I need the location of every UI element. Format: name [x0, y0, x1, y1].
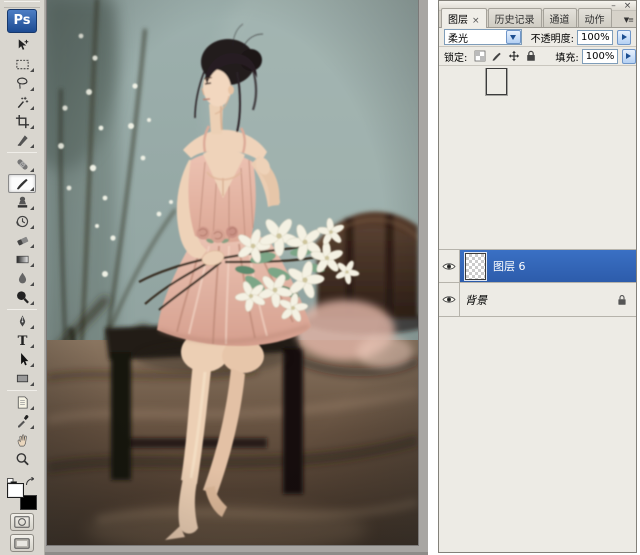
layer-row-body[interactable]: 图层 6 — [460, 250, 636, 282]
tool-separator — [7, 152, 37, 153]
layers-palette: – × 图层×历史记录通道动作▼≡ 柔光 不透明度: 100% 锁定: 填充: … — [438, 0, 637, 553]
fill-label: 填充: — [555, 49, 578, 64]
tool-eraser-icon[interactable] — [8, 231, 36, 250]
lock-row: 锁定: 填充: 100% — [439, 47, 636, 66]
tab-label: 动作 — [585, 15, 605, 26]
canvas-image[interactable] — [47, 0, 418, 545]
toolbar-tools: T — [0, 36, 44, 469]
opacity-field[interactable]: 100% — [577, 30, 613, 45]
layer-row[interactable]: 背景 — [439, 283, 636, 317]
tool-blur-icon[interactable] — [8, 269, 36, 288]
layer-name: 图层 6 — [493, 258, 526, 274]
tab-历史记录[interactable]: 历史记录 — [488, 8, 542, 27]
tool-shape-icon[interactable] — [8, 369, 36, 388]
tab-动作[interactable]: 动作 — [578, 8, 612, 27]
tool-gradient-icon[interactable] — [8, 250, 36, 269]
blend-mode-select[interactable]: 柔光 — [444, 29, 522, 45]
tool-healing-brush-icon[interactable] — [8, 155, 36, 174]
blend-mode-value: 柔光 — [445, 30, 506, 45]
layer-lock-icon — [617, 294, 627, 306]
layers-list: 图层 6 背景 — [439, 68, 636, 552]
layer-row-body[interactable]: 背景 — [460, 283, 636, 316]
tool-crop-icon[interactable] — [8, 112, 36, 131]
photoshop-logo: Ps — [7, 9, 37, 33]
tab-图层[interactable]: 图层 × — [441, 8, 487, 28]
layer-thumbnail[interactable] — [465, 253, 486, 280]
tab-通道[interactable]: 通道 — [543, 8, 577, 27]
quick-mask-button[interactable] — [10, 513, 34, 531]
tab-label: 历史记录 — [495, 15, 535, 26]
blend-row: 柔光 不透明度: 100% — [439, 28, 636, 47]
panel-menu-icon[interactable]: ▼≡ — [624, 16, 633, 24]
tool-lasso-icon[interactable] — [8, 74, 36, 93]
tool-clone-stamp-icon[interactable] — [8, 193, 36, 212]
tool-zoom-icon[interactable] — [8, 450, 36, 469]
tool-palette: Ps T — [0, 0, 45, 555]
tool-history-brush-icon[interactable] — [8, 212, 36, 231]
close-button[interactable]: × — [623, 2, 632, 10]
tool-brush-icon[interactable] — [8, 174, 36, 193]
tool-marquee-icon[interactable] — [8, 55, 36, 74]
tab-label: 图层 — [448, 15, 468, 26]
tool-dodge-icon[interactable] — [8, 288, 36, 307]
layer-name: 背景 — [465, 292, 487, 308]
blend-dropdown-arrow-icon[interactable] — [506, 30, 521, 44]
tool-notes-icon[interactable] — [8, 393, 36, 412]
panel-tabs: 图层 × 历史记录 通道 动作 ▼≡ — [439, 11, 636, 28]
swap-colors-icon[interactable] — [25, 471, 36, 490]
layer-thumbnail[interactable] — [486, 68, 507, 95]
tool-type-icon[interactable]: T — [8, 331, 36, 350]
layer-visibility-eye-icon[interactable] — [439, 283, 460, 316]
opacity-slider-button[interactable] — [617, 30, 631, 45]
tool-pen-icon[interactable] — [8, 312, 36, 331]
fill-field[interactable]: 100% — [582, 49, 618, 64]
tab-close-icon[interactable]: × — [472, 16, 480, 26]
lock-buttons — [472, 49, 538, 63]
lock-move-icon[interactable] — [506, 49, 521, 63]
palette-grabber[interactable] — [4, 1, 40, 8]
layer-row[interactable]: 图层 6 — [439, 249, 636, 283]
lock-all-icon[interactable] — [523, 49, 538, 63]
layer-visibility-eye-icon[interactable] — [439, 250, 460, 282]
color-swatches — [6, 478, 38, 510]
svg-text:T: T — [17, 334, 27, 348]
tool-separator — [7, 390, 37, 391]
tool-magic-wand-icon[interactable] — [8, 93, 36, 112]
lock-paint-icon[interactable] — [489, 49, 504, 63]
tool-move-icon[interactable] — [8, 36, 36, 55]
foreground-color-swatch[interactable] — [7, 483, 24, 498]
screen-mode-button[interactable] — [10, 534, 34, 552]
tool-separator — [7, 309, 37, 310]
fill-slider-button[interactable] — [622, 49, 636, 64]
opacity-label: 不透明度: — [531, 30, 574, 45]
tool-eyedropper-icon[interactable] — [8, 412, 36, 431]
tool-hand-icon[interactable] — [8, 431, 36, 450]
lock-label: 锁定: — [444, 49, 467, 64]
photoshop-window: Ps T — [0, 0, 640, 555]
tab-label: 通道 — [550, 15, 570, 26]
lock-transparency-icon[interactable] — [472, 49, 487, 63]
tool-path-select-icon[interactable] — [8, 350, 36, 369]
tool-slice-icon[interactable] — [8, 131, 36, 150]
